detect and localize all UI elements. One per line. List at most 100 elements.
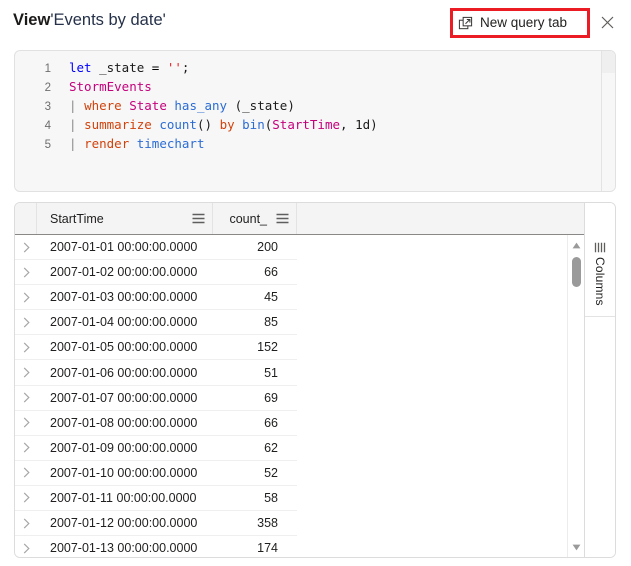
chevron-right-icon — [22, 417, 31, 428]
table-row[interactable]: 2007-01-12 00:00:00.0000 358 — [15, 511, 297, 537]
chevron-right-icon — [22, 543, 31, 554]
dialog-header: View'Events by date' New query tab — [0, 0, 631, 44]
query-editor[interactable]: 1 let _state = ''; 2 StormEvents 3 | where St… — [14, 50, 616, 192]
code-token: render — [84, 136, 130, 151]
table-row[interactable]: 2007-01-09 00:00:00.0000 62 — [15, 436, 297, 461]
cell-starttime: 2007-01-09 00:00:00.0000 — [50, 440, 198, 455]
code-token: '' — [166, 60, 182, 75]
cell-starttime: 2007-01-08 00:00:00.0000 — [50, 415, 198, 430]
editor-minimap — [602, 51, 615, 73]
code-token: StormEvents — [69, 79, 152, 94]
table-row[interactable]: 2007-01-11 00:00:00.0000 58 — [15, 486, 297, 512]
cell-count: 174 — [257, 541, 278, 556]
row-expand-button[interactable] — [15, 367, 37, 378]
code-token: | — [69, 98, 85, 113]
columns-panel-label: Columns — [593, 257, 607, 306]
columns-icon — [594, 242, 607, 253]
view-query-dialog: View'Events by date' New query tab 1 let… — [0, 0, 631, 566]
row-expand-button[interactable] — [15, 292, 37, 303]
results-grid: StartTime count_ 2007-01-01 00:00:00.000… — [14, 202, 616, 558]
cell-count: 62 — [264, 440, 278, 455]
scroll-down-button[interactable] — [568, 539, 585, 555]
column-menu-icon[interactable] — [276, 213, 289, 224]
cell-count: 152 — [257, 340, 278, 355]
code-line-text: let _state = ''; — [69, 58, 378, 77]
editor-scrollbar[interactable] — [601, 51, 615, 191]
code-token: | — [69, 117, 85, 132]
table-row[interactable]: 2007-01-01 00:00:00.0000 200 — [15, 235, 297, 261]
code-token: ( — [227, 98, 243, 113]
new-query-tab-button[interactable]: New query tab — [456, 13, 569, 33]
caret-down-icon — [572, 544, 581, 551]
code-line-text: | summarize count() by bin(StartTime, 1d… — [69, 115, 378, 134]
close-button[interactable] — [597, 14, 617, 34]
cell-starttime: 2007-01-03 00:00:00.0000 — [50, 290, 198, 305]
code-token: ; — [181, 60, 190, 75]
column-header-count[interactable]: count_ — [213, 203, 297, 234]
table-row[interactable]: 2007-01-05 00:00:00.0000 152 — [15, 335, 297, 361]
row-expand-button[interactable] — [15, 342, 37, 353]
chevron-right-icon — [22, 518, 31, 529]
table-row[interactable]: 2007-01-10 00:00:00.0000 52 — [15, 461, 297, 486]
row-expand-button[interactable] — [15, 442, 37, 453]
table-row[interactable]: 2007-01-04 00:00:00.0000 85 — [15, 310, 297, 336]
code-token: StartTime — [272, 117, 340, 132]
chevron-right-icon — [22, 392, 31, 403]
cell-starttime: 2007-01-04 00:00:00.0000 — [50, 315, 198, 330]
page-title-prefix: View — [13, 11, 51, 29]
line-number: 5 — [44, 139, 51, 151]
page-title-view-name: 'Events by date' — [50, 11, 166, 29]
row-expand-button[interactable] — [15, 492, 37, 503]
chevron-right-icon — [22, 492, 31, 503]
row-expand-button[interactable] — [15, 267, 37, 278]
code-token: where — [84, 98, 122, 113]
code-token: State — [129, 98, 167, 113]
cell-count: 358 — [257, 516, 278, 531]
column-menu-icon[interactable] — [192, 213, 205, 224]
close-icon — [601, 16, 614, 32]
cell-starttime: 2007-01-10 00:00:00.0000 — [50, 465, 198, 480]
cell-count: 66 — [264, 265, 278, 280]
code-token: count — [159, 117, 197, 132]
code-token: | — [69, 136, 85, 151]
cell-count: 52 — [264, 465, 278, 480]
table-row[interactable]: 2007-01-08 00:00:00.0000 66 — [15, 411, 297, 436]
table-row[interactable]: 2007-01-06 00:00:00.0000 51 — [15, 360, 297, 386]
table-row[interactable]: 2007-01-07 00:00:00.0000 69 — [15, 386, 297, 411]
row-expand-button[interactable] — [15, 317, 37, 328]
columns-panel-toggle[interactable]: Columns — [585, 235, 615, 317]
table-row[interactable]: 2007-01-13 00:00:00.0000 174 — [15, 536, 297, 557]
table-row[interactable]: 2007-01-03 00:00:00.0000 45 — [15, 285, 297, 311]
chevron-right-icon — [22, 442, 31, 453]
grid-header-row: StartTime count_ — [15, 203, 615, 235]
cell-count: 85 — [264, 315, 278, 330]
cell-count: 45 — [264, 290, 278, 305]
cell-starttime: 2007-01-13 00:00:00.0000 — [50, 541, 198, 556]
scroll-up-button[interactable] — [568, 237, 585, 253]
scroll-thumb[interactable] — [572, 257, 581, 287]
row-expand-button[interactable] — [15, 467, 37, 478]
column-header-count-label: count_ — [229, 211, 267, 226]
code-line-text: StormEvents — [69, 77, 378, 96]
code-line: 1 let _state = ''; — [15, 58, 378, 77]
cell-starttime: 2007-01-07 00:00:00.0000 — [50, 390, 198, 405]
cell-count: 58 — [264, 490, 278, 505]
chevron-right-icon — [22, 367, 31, 378]
row-expand-button[interactable] — [15, 518, 37, 529]
row-expand-button[interactable] — [15, 242, 37, 253]
row-expand-button[interactable] — [15, 392, 37, 403]
cell-starttime: 2007-01-05 00:00:00.0000 — [50, 340, 198, 355]
column-header-starttime[interactable]: StartTime — [37, 203, 213, 234]
line-number: 3 — [44, 101, 51, 113]
grid-vertical-scrollbar[interactable] — [567, 235, 585, 557]
table-row[interactable]: 2007-01-02 00:00:00.0000 66 — [15, 260, 297, 286]
row-expand-button[interactable] — [15, 417, 37, 428]
new-query-tab-label: New query tab — [480, 15, 568, 30]
row-expand-button[interactable] — [15, 543, 37, 554]
chevron-right-icon — [22, 317, 31, 328]
code-line: 4 | summarize count() by bin(StartTime, 1… — [15, 115, 378, 134]
query-code[interactable]: 1 let _state = ''; 2 StormEvents 3 | where St… — [15, 58, 378, 153]
